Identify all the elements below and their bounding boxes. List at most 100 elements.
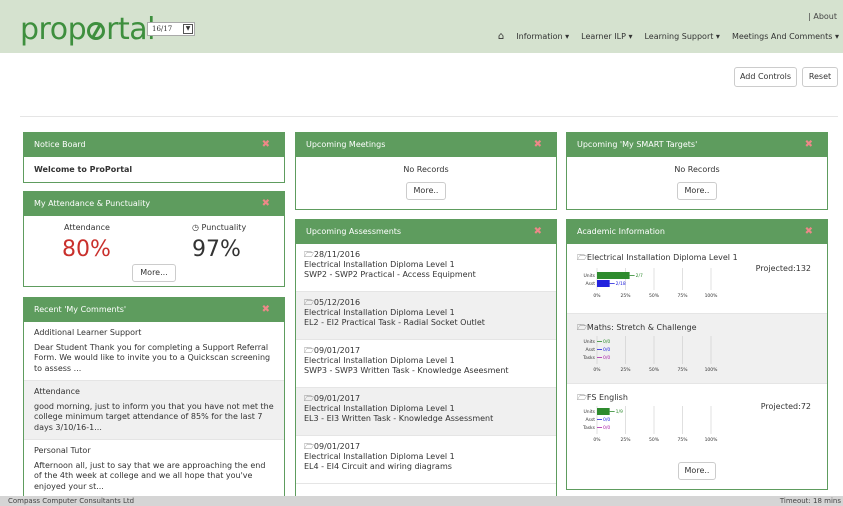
assessment-item[interactable]: 🗁09/01/2017 Electrical Installation Diplo…: [296, 340, 556, 388]
notice-board-panel: Notice Board ✖ Welcome to ProPortal: [23, 132, 285, 183]
top-bar: prop rtal 16/17 ▼ | About ⌂ Information ▾ …: [0, 0, 843, 53]
panel-header: Notice Board ✖: [24, 133, 284, 157]
folder-icon: 🗁: [577, 323, 587, 332]
folder-icon: 🗁: [304, 298, 314, 307]
tick-label: 75%: [677, 437, 688, 443]
tick-label: 100%: [705, 437, 719, 443]
attendance-panel: My Attendance & Punctuality ✖ Attendance …: [23, 191, 285, 287]
nav-learner-ilp[interactable]: Learner ILP ▾: [581, 32, 632, 41]
tick-label: 0%: [593, 293, 601, 299]
tick-label: 0%: [593, 367, 601, 373]
smart-targets-panel: Upcoming 'My SMART Targets' ✖ No Records …: [566, 132, 828, 210]
about-link[interactable]: | About: [808, 12, 837, 21]
footer: Compass Computer Consultants Ltd Timeout…: [0, 496, 843, 506]
projected-grade: Projected:72: [760, 402, 811, 411]
tick-label: 100%: [705, 293, 719, 299]
bar-label: Asst: [585, 417, 595, 423]
chevron-down-icon: ▼: [183, 24, 193, 34]
close-icon[interactable]: ✖: [262, 133, 270, 157]
bar-value: 2/7: [636, 273, 643, 279]
bar-value: 0/0: [603, 355, 610, 361]
nav-learning-support[interactable]: Learning Support ▾: [644, 32, 719, 41]
close-icon[interactable]: ✖: [805, 133, 813, 157]
nav-meetings-comments[interactable]: Meetings And Comments ▾: [732, 32, 839, 41]
bar-value: 0/0: [603, 347, 610, 353]
panel-header: Recent 'My Comments' ✖: [24, 298, 284, 322]
academic-more-button[interactable]: More..: [678, 462, 716, 480]
targets-empty-text: No Records: [674, 165, 720, 174]
close-icon[interactable]: ✖: [534, 133, 542, 157]
attendance-more-button[interactable]: More...: [132, 264, 176, 282]
punctuality-value: 97%: [192, 237, 241, 262]
tick-label: 0%: [593, 437, 601, 443]
folder-icon: 🗁: [304, 250, 314, 259]
folder-icon: 🗁: [577, 393, 587, 402]
bar-label: Units: [583, 273, 595, 279]
comment-item[interactable]: Personal Tutor Afternoon all, just to say…: [24, 440, 284, 496]
punctuality-label: ◷ Punctuality: [192, 223, 247, 232]
comments-panel: Recent 'My Comments' ✖ Additional Learner…: [23, 297, 285, 496]
course-item[interactable]: 🗁Maths: Stretch & Challenge 0% 25% 50% 75% 1…: [567, 314, 827, 384]
assessment-item[interactable]: 🗁28/11/2016 Electrical Installation Diplo…: [296, 244, 556, 292]
add-controls-button[interactable]: Add Controls: [734, 67, 797, 87]
assessments-panel: Upcoming Assessments ✖ 🗁28/11/2016 Electri…: [295, 219, 557, 496]
meetings-more-button[interactable]: More..: [406, 182, 446, 200]
tick-label: 75%: [677, 367, 688, 373]
assessment-item[interactable]: 🗁05/12/2016 Electrical Installation Diplo…: [296, 292, 556, 340]
folder-icon: 🗁: [304, 346, 314, 355]
comment-item[interactable]: Additional Learner Support Dear Student T…: [24, 322, 284, 381]
close-icon[interactable]: ✖: [262, 298, 270, 322]
proportal-logo[interactable]: prop rtal: [20, 13, 155, 47]
reset-button[interactable]: Reset: [802, 67, 838, 87]
tick-label: 25%: [620, 437, 631, 443]
close-icon[interactable]: ✖: [534, 220, 542, 244]
tick-label: 50%: [649, 293, 660, 299]
bar-label: Tasks: [582, 355, 596, 361]
progress-bar: [597, 272, 630, 279]
home-icon[interactable]: ⌂: [498, 31, 504, 42]
main-nav: ⌂ Information ▾ Learner ILP ▾ Learning S…: [498, 31, 839, 42]
meetings-empty-text: No Records: [403, 165, 449, 174]
academic-panel: Academic Information ✖ 🗁Electrical Instal…: [566, 219, 828, 490]
bar-label: Tasks: [582, 425, 596, 431]
close-icon[interactable]: ✖: [262, 192, 270, 216]
academic-year-value: 16/17: [152, 25, 173, 33]
course-item[interactable]: 🗁FS English Projected:72 0% 25% 50% 75% 100%…: [567, 384, 827, 454]
tick-label: 50%: [649, 437, 660, 443]
folder-icon: 🗁: [304, 394, 314, 403]
bar-label: Asst: [585, 281, 595, 287]
assessment-item[interactable]: 🗁09/01/2017 Electrical Installation Diplo…: [296, 436, 556, 484]
bar-value: 1/9: [616, 409, 623, 415]
close-icon[interactable]: ✖: [805, 220, 813, 244]
projected-grade: Projected:132: [755, 264, 811, 273]
panel-header: Academic Information ✖: [567, 220, 827, 244]
progress-chart: 0% 25% 50% 75% 100% Units 0/0 Asst 0/0 Tasks 0/0: [582, 336, 718, 373]
bar-value: 0/0: [603, 417, 610, 423]
progress-chart: 0% 25% 50% 75% 100% Units 2/7 Asst 2/18: [583, 268, 719, 299]
attendance-label: Attendance: [64, 223, 110, 232]
panel-header: Upcoming 'My SMART Targets' ✖: [567, 133, 827, 157]
progress-chart: 0% 25% 50% 75% 100% Units 1/9 Asst 0/0 Tasks 0/0: [582, 406, 719, 443]
tick-label: 25%: [620, 367, 631, 373]
nav-information[interactable]: Information ▾: [516, 32, 569, 41]
footer-company: Compass Computer Consultants Ltd: [8, 497, 135, 505]
academic-year-select[interactable]: 16/17 ▼: [147, 22, 195, 36]
bar-value: 0/0: [603, 425, 610, 431]
targets-more-button[interactable]: More..: [677, 182, 717, 200]
panel-header: My Attendance & Punctuality ✖: [24, 192, 284, 216]
assessment-item[interactable]: 🗁09/01/2017 Electrical Installation Diplo…: [296, 388, 556, 436]
logo-o-icon: [87, 22, 106, 40]
panel-header: Upcoming Meetings ✖: [296, 133, 556, 157]
bar-value: 0/0: [603, 339, 610, 345]
clock-icon: ◷: [192, 223, 199, 232]
progress-bar: [597, 280, 610, 287]
notice-text: Welcome to ProPortal: [34, 165, 133, 174]
meetings-panel: Upcoming Meetings ✖ No Records More..: [295, 132, 557, 210]
tick-label: 50%: [649, 367, 660, 373]
course-item[interactable]: 🗁Electrical Installation Diploma Level 1…: [567, 244, 827, 314]
folder-icon: 🗁: [304, 442, 314, 451]
progress-bar: [597, 408, 610, 415]
logo-text-start: prop: [20, 12, 87, 47]
bar-label: Units: [583, 339, 595, 345]
comment-item[interactable]: Attendance good morning, just to inform y…: [24, 381, 284, 440]
